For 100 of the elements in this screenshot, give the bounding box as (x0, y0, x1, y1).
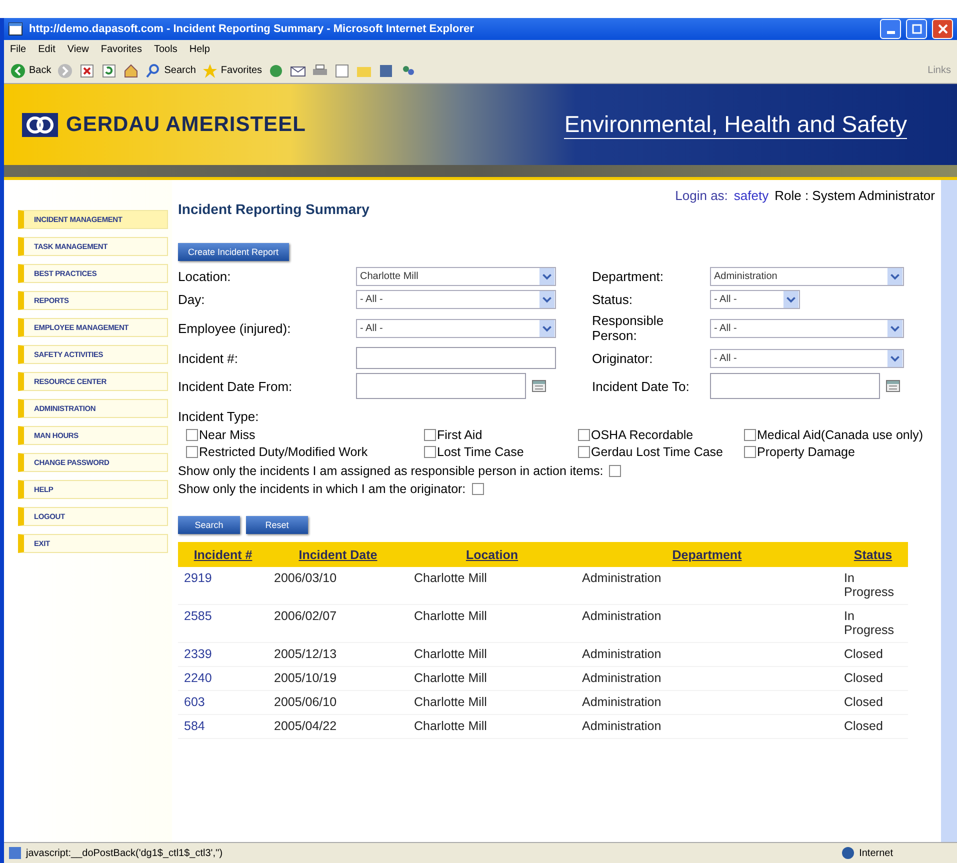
scrollbar[interactable] (941, 180, 957, 842)
close-button[interactable] (932, 19, 953, 39)
maximize-button[interactable] (906, 19, 927, 39)
incident-link[interactable]: 584 (178, 714, 268, 738)
date-field[interactable] (710, 373, 880, 399)
field-label: Incident Date To: (592, 378, 690, 394)
table-cell: Charlotte Mill (408, 666, 576, 690)
menu-item[interactable]: Help (189, 44, 210, 54)
field-label: Employee (injured): (178, 320, 292, 336)
checkbox-label: Restricted Duty/Modified Work (199, 445, 368, 459)
incident-link[interactable]: 603 (178, 690, 268, 714)
dropdown[interactable]: - All - (356, 290, 556, 309)
table-cell: Charlotte Mill (408, 714, 576, 738)
house-icon[interactable] (123, 62, 140, 78)
star-icon (202, 62, 218, 78)
checkbox[interactable] (578, 429, 590, 441)
checkbox-label: OSHA Recordable (591, 428, 694, 442)
input-field[interactable] (356, 347, 556, 369)
calendar-icon[interactable] (886, 380, 900, 392)
chevron-icon (539, 320, 555, 336)
page-icon (8, 22, 24, 36)
dropdown[interactable]: - All - (710, 318, 904, 338)
table-cell: Closed (838, 714, 908, 738)
table-cell: In Progress (838, 567, 908, 604)
action-button[interactable]: Reset (246, 516, 308, 534)
column-header[interactable]: Incident Date (268, 542, 408, 567)
menu-item[interactable]: File (10, 44, 26, 54)
checkbox[interactable] (424, 429, 436, 441)
document-icon[interactable] (334, 62, 350, 78)
incident-link[interactable]: 2240 (178, 666, 268, 690)
menu-item[interactable]: Favorites (100, 44, 142, 54)
chevron-icon (539, 291, 555, 308)
chevron-icon (539, 268, 555, 285)
table-cell: Administration (576, 642, 838, 666)
checkbox[interactable] (186, 446, 198, 458)
forward-icon[interactable] (57, 62, 74, 78)
zone-label: Internet (859, 848, 893, 858)
chevron-icon (783, 291, 799, 308)
table-cell: Charlotte Mill (408, 642, 576, 666)
checkbox-label: Near Miss (199, 428, 256, 442)
login-label: Login as: (675, 188, 728, 203)
table-cell: In Progress (838, 604, 908, 642)
stop-icon[interactable] (79, 62, 96, 78)
incident-link[interactable]: 2585 (178, 604, 268, 642)
minimize-button[interactable] (880, 19, 901, 39)
dropdown[interactable]: Charlotte Mill (356, 267, 556, 286)
window-title: http://demo.dapasoft.com - Incident Reporting Summary - Microsoft Internet Explorer (29, 23, 475, 35)
table-cell: Charlotte Mill (408, 690, 576, 714)
calendar-icon[interactable] (532, 380, 546, 392)
refresh-icon[interactable] (101, 62, 118, 78)
menu-item[interactable]: Tools (154, 44, 178, 54)
dropdown[interactable]: - All - (356, 318, 556, 338)
table-cell: Administration (576, 567, 838, 604)
dropdown[interactable]: Administration (710, 267, 904, 286)
column-header[interactable]: Status (838, 542, 908, 567)
checkbox-label: Lost Time Case (437, 445, 524, 459)
checkbox[interactable] (472, 483, 484, 495)
field-label: Location: (178, 269, 232, 284)
menu-item[interactable]: Edit (38, 44, 56, 54)
dropdown[interactable]: - All - (710, 348, 904, 368)
dropdown[interactable]: - All - (710, 290, 800, 309)
date-field[interactable] (356, 373, 526, 399)
search-button[interactable]: Search (145, 62, 196, 78)
table-cell: Charlotte Mill (408, 604, 576, 642)
checkbox-label: Show only the incidents I am assigned as responsible person in action items: (178, 464, 604, 478)
back-button[interactable]: Back (10, 62, 52, 78)
table-cell: Charlotte Mill (408, 567, 576, 604)
status-text: javascript:__doPostBack('dg1$_ctl1$_ctl3','') (26, 848, 224, 858)
table-cell: Closed (838, 642, 908, 666)
checkbox[interactable] (578, 446, 590, 458)
checkbox[interactable] (744, 429, 756, 441)
table-cell: Closed (838, 666, 908, 690)
checkbox[interactable] (609, 465, 622, 477)
incident-link[interactable]: 2339 (178, 642, 268, 666)
page-title: Incident Reporting Summary (178, 201, 370, 217)
table-cell: Closed (838, 690, 908, 714)
create-report-button[interactable]: Create Incident Report (178, 243, 289, 261)
field-label: Day: (178, 292, 206, 307)
table-cell: 2005/04/22 (268, 714, 408, 738)
column-header[interactable]: Incident # (178, 542, 268, 567)
checkbox[interactable] (424, 446, 436, 458)
table-cell: 2006/03/10 (268, 567, 408, 604)
column-header[interactable]: Location (408, 542, 576, 567)
table-cell: 2005/10/19 (268, 666, 408, 690)
table-cell: 2005/06/10 (268, 690, 408, 714)
field-label: Incident #: (178, 350, 239, 366)
favorites-button[interactable]: Favorites (202, 62, 262, 78)
checkbox-label: Gerdau Lost Time Case (591, 445, 724, 459)
action-button[interactable]: Search (178, 516, 240, 534)
login-name: safety (734, 188, 769, 203)
column-header[interactable]: Department (576, 542, 838, 567)
menu-item[interactable]: View (67, 44, 89, 54)
maximize-icon (912, 24, 922, 34)
checkbox[interactable] (744, 446, 756, 458)
table-cell: Administration (576, 690, 838, 714)
incident-link[interactable]: 2919 (178, 567, 268, 604)
company-name: GERDAU AMERISTEEL (66, 112, 306, 136)
checkbox[interactable] (186, 429, 198, 441)
page-icon (8, 846, 22, 860)
table-cell: Administration (576, 604, 838, 642)
